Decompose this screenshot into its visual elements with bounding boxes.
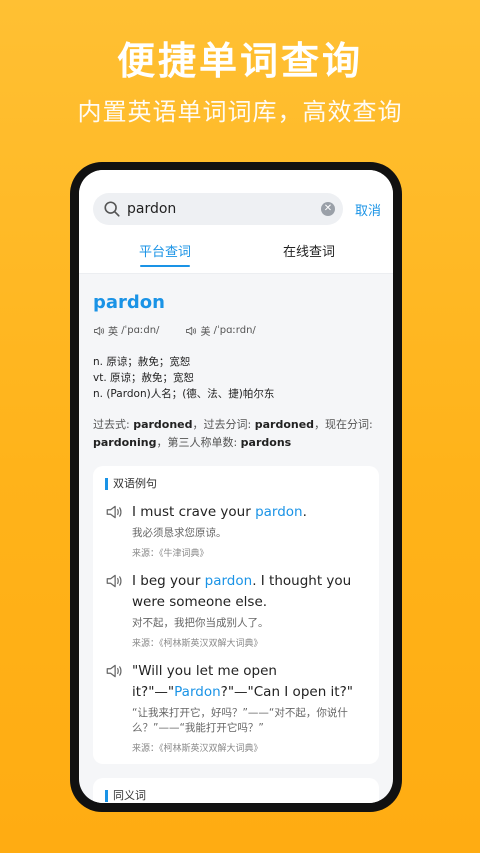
example-text: I must crave your xyxy=(132,504,256,520)
example-highlight: pardon xyxy=(255,504,303,520)
word-forms: 过去式: pardoned，过去分词: pardoned，现在分词: pardo… xyxy=(93,416,379,452)
form-value: pardoned xyxy=(254,418,315,431)
form-label: 过去式: xyxy=(93,418,134,431)
speaker-icon[interactable] xyxy=(105,662,123,680)
example-body: "Will you let me open it?"—"Pardon?"—"Ca… xyxy=(132,661,367,754)
speaker-icon xyxy=(186,326,197,335)
examples-card: 双语例句 I must crave your pardon. 我必须恳求您原谅。… xyxy=(93,466,379,764)
example-english: I beg your pardon. I thought you were so… xyxy=(132,571,367,613)
search-input[interactable] xyxy=(127,201,321,217)
headword: pardon xyxy=(93,292,165,313)
search-box[interactable]: ✕ xyxy=(93,193,343,225)
form-value: pardoned xyxy=(133,418,193,431)
example-chinese: “让我来打开它，好吗？”——“对不起，你说什么？”——“我能打开它吗？” xyxy=(132,707,348,734)
clear-icon[interactable]: ✕ xyxy=(320,202,335,216)
example-english: "Will you let me open it?"—"Pardon?"—"Ca… xyxy=(132,661,367,703)
tab-bar: 平台查词 在线查词 xyxy=(93,239,381,273)
example-highlight: Pardon xyxy=(174,684,221,700)
definition-line: vt. 原谅；赦免；宽恕 xyxy=(93,372,195,384)
form-label: ，第三人称单数: xyxy=(156,436,241,449)
search-icon xyxy=(104,201,120,217)
definitions: n. 原谅；赦免；宽恕 vt. 原谅；赦免；宽恕 n. (Pardon)人名；(… xyxy=(93,354,379,402)
example-text: I beg your xyxy=(132,573,205,589)
speaker-icon[interactable] xyxy=(105,503,123,521)
promo-subline: 内置英语单词词库，高效查询 xyxy=(77,98,403,126)
phonetic-region: 英 xyxy=(108,327,118,338)
example-chinese: 我必须恳求您原谅。 xyxy=(132,527,227,539)
example-highlight: pardon xyxy=(204,573,253,589)
example-item: I must crave your pardon. 我必须恳求您原谅。 来源：《… xyxy=(105,502,367,559)
phone-frame: ✕ 取消 平台查词 在线查词 pardon 英 /ˈpɑːdn/ xyxy=(70,162,402,812)
word-entry: pardon 英 /ˈpɑːdn/ 美 /ˈpɑːrdn/ n. 原谅；赦免；宽… xyxy=(79,274,393,803)
example-source: 来源：《柯林斯英汉双解大词典》 xyxy=(132,639,263,649)
form-value: pardoning xyxy=(93,436,157,449)
phonetic-ipa: /ˈpɑːrdn/ xyxy=(213,325,256,336)
search-row: ✕ 取消 xyxy=(93,193,381,225)
tab-platform-lookup[interactable]: 平台查词 xyxy=(93,239,237,273)
example-text: ?"—"Can I open it?" xyxy=(220,684,353,700)
example-body: I beg your pardon. I thought you were so… xyxy=(132,571,367,649)
example-source: 来源：《柯林斯英汉双解大词典》 xyxy=(132,744,263,754)
example-english: I must crave your pardon. xyxy=(132,502,367,523)
example-item: I beg your pardon. I thought you were so… xyxy=(105,571,367,649)
tab-online-lookup[interactable]: 在线查词 xyxy=(237,239,381,273)
definition-line: n. (Pardon)人名；(德、法、捷)帕尔东 xyxy=(93,388,275,400)
promo-headline: 便捷单词查询 xyxy=(116,39,363,83)
phonetic-ipa: /ˈpɑːdn/ xyxy=(121,325,160,336)
example-text: . xyxy=(302,504,307,520)
top-bar: ✕ 取消 平台查词 在线查词 xyxy=(79,170,393,273)
example-source: 来源：《牛津词典》 xyxy=(132,549,209,559)
phonetic-us[interactable]: 美 /ˈpɑːrdn/ xyxy=(185,323,256,338)
speaker-icon[interactable] xyxy=(105,572,123,590)
synonyms-title: 同义词 xyxy=(105,790,367,802)
phonetics-row: 英 /ˈpɑːdn/ 美 /ˈpɑːrdn/ xyxy=(93,323,379,338)
definition-line: n. 原谅；赦免；宽恕 xyxy=(93,356,191,368)
phonetic-region: 美 xyxy=(200,327,211,338)
example-chinese: 对不起，我把你当成别人了。 xyxy=(132,617,269,629)
speaker-icon xyxy=(94,326,105,335)
cancel-button[interactable]: 取消 xyxy=(355,200,381,219)
form-value: pardons xyxy=(240,436,292,449)
example-body: I must crave your pardon. 我必须恳求您原谅。 来源：《… xyxy=(132,502,367,559)
form-label: ，过去分词: xyxy=(192,418,255,431)
phonetic-uk[interactable]: 英 /ˈpɑːdn/ xyxy=(93,323,159,338)
form-label: ，现在分词: xyxy=(314,418,373,431)
examples-title: 双语例句 xyxy=(105,478,367,490)
phone-screen: ✕ 取消 平台查词 在线查词 pardon 英 /ˈpɑːdn/ xyxy=(79,170,393,803)
synonyms-card: 同义词 xyxy=(93,778,379,803)
example-item: "Will you let me open it?"—"Pardon?"—"Ca… xyxy=(105,661,367,754)
